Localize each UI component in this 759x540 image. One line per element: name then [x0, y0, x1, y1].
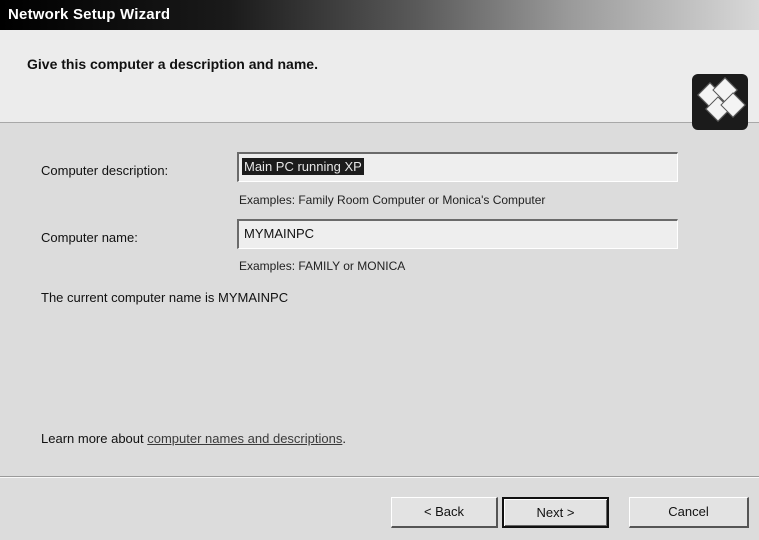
computer-name-example: Examples: FAMILY or MONICA	[239, 259, 406, 273]
learn-more-text: Learn more about computer names and desc…	[41, 431, 346, 446]
computer-names-link[interactable]: computer names and descriptions	[147, 431, 342, 446]
page-title: Give this computer a description and nam…	[27, 56, 318, 72]
cancel-button[interactable]: Cancel	[629, 497, 749, 528]
next-button[interactable]: Next >	[502, 497, 609, 528]
computer-description-input[interactable]: Main PC running XP	[237, 152, 678, 182]
wizard-window: Network Setup Wizard Give this computer …	[0, 0, 759, 540]
computer-description-label: Computer description:	[41, 163, 169, 178]
title-bar[interactable]: Network Setup Wizard	[0, 0, 759, 30]
computer-name-input[interactable]: MYMAINPC	[237, 219, 678, 249]
computer-name-value: MYMAINPC	[244, 226, 315, 241]
back-button[interactable]: < Back	[391, 497, 498, 528]
divider	[0, 476, 759, 478]
current-name-text: The current computer name is MYMAINPC	[41, 290, 289, 305]
computer-name-label: Computer name:	[41, 230, 138, 245]
computer-description-example: Examples: Family Room Computer or Monica…	[239, 193, 546, 207]
wizard-header: Give this computer a description and nam…	[0, 30, 759, 130]
computer-description-value: Main PC running XP	[242, 158, 364, 175]
network-computers-icon	[692, 74, 748, 130]
window-title: Network Setup Wizard	[8, 6, 171, 23]
learn-more-suffix: .	[342, 431, 346, 446]
learn-more-prefix: Learn more about	[41, 431, 148, 446]
